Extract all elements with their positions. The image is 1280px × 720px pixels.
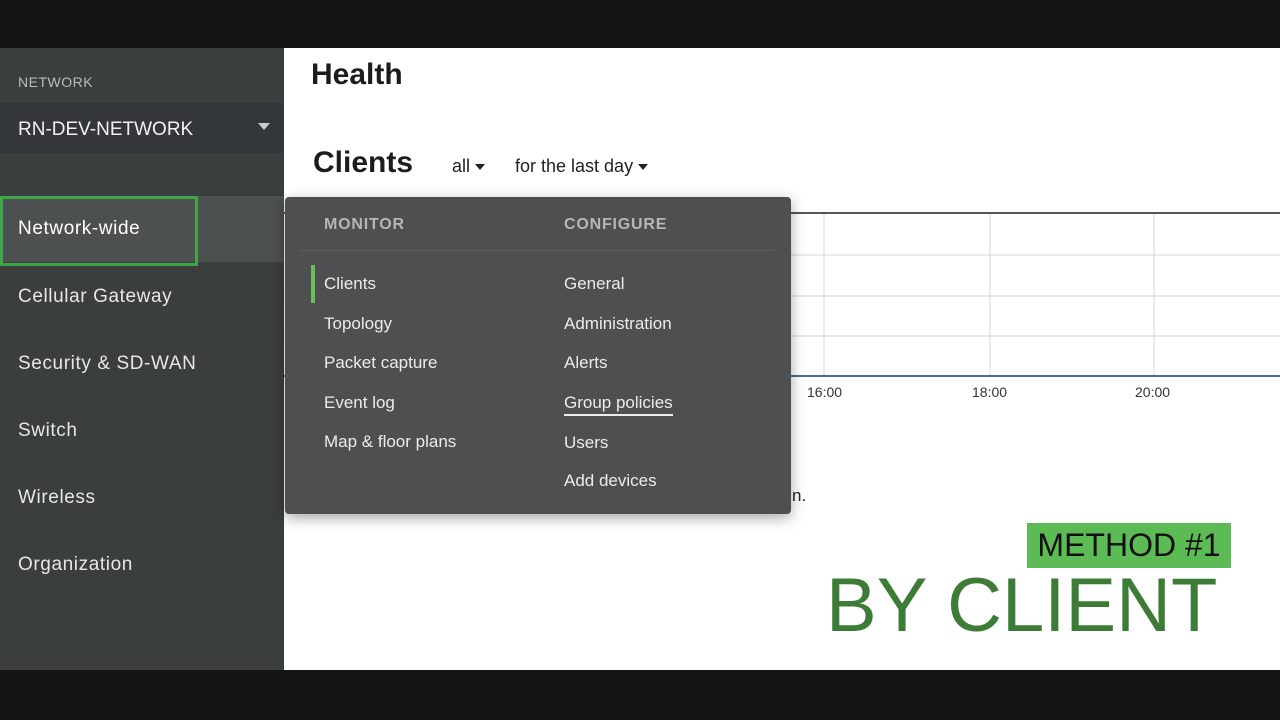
menu-item-map-floor-plans[interactable]: Map & floor plans: [324, 432, 456, 452]
chevron-down-icon: [258, 123, 270, 130]
menu-item-packet-capture[interactable]: Packet capture: [324, 353, 437, 373]
menu-item-group-policies[interactable]: Group policies: [564, 393, 673, 416]
sidebar-item-label: Security & SD-WAN: [18, 353, 197, 374]
x-tick-label: 18:00: [972, 384, 1008, 400]
network-label: NETWORK: [18, 74, 94, 90]
monitor-heading: MONITOR: [324, 216, 405, 233]
menu-item-topology[interactable]: Topology: [324, 314, 392, 334]
menu-divider: [301, 250, 775, 251]
configure-heading: CONFIGURE: [564, 216, 668, 233]
page-title: Health: [311, 58, 403, 91]
method-badge-text: METHOD #1: [1037, 527, 1221, 563]
menu-item-general[interactable]: General: [564, 274, 624, 294]
letterbox-top: [0, 0, 1280, 48]
sidebar-item-label: Organization: [18, 554, 133, 575]
network-selector-value: RN-DEV-NETWORK: [18, 119, 194, 140]
sidebar-item-label: Cellular Gateway: [18, 286, 173, 307]
x-tick-label: 16:00: [807, 384, 843, 400]
partially-hidden-text: n.: [792, 486, 807, 505]
menu-item-alerts[interactable]: Alerts: [564, 353, 607, 373]
caret-down-icon: [475, 164, 486, 171]
menu-item-users[interactable]: Users: [564, 433, 608, 453]
letterbox-bottom: [0, 670, 1280, 720]
caret-down-icon: [638, 164, 649, 171]
sidebar-item-organization[interactable]: Organization: [0, 532, 284, 598]
sidebar-item-label: Switch: [18, 420, 78, 441]
sidebar-item-wireless[interactable]: Wireless: [0, 465, 284, 531]
menu-item-add-devices[interactable]: Add devices: [564, 471, 657, 491]
menu-item-administration[interactable]: Administration: [564, 314, 672, 334]
active-menu-indicator: [311, 265, 315, 303]
client-filter-value: all: [452, 156, 471, 176]
network-wide-flyout-menu: MONITOR CONFIGURE Clients Topology Packe…: [285, 197, 791, 514]
sidebar-item-security-sd-wan[interactable]: Security & SD-WAN: [0, 331, 284, 397]
sidebar-item-switch[interactable]: Switch: [0, 398, 284, 464]
menu-item-event-log[interactable]: Event log: [324, 393, 395, 413]
client-filter-dropdown[interactable]: all: [452, 156, 486, 177]
section-title: Clients: [313, 146, 414, 179]
sidebar-item-cellular-gateway[interactable]: Cellular Gateway: [0, 264, 284, 330]
sidebar: NETWORK RN-DEV-NETWORK Network-wide Cell…: [0, 48, 284, 670]
menu-item-clients[interactable]: Clients: [324, 274, 376, 294]
sidebar-item-label: Network-wide: [18, 218, 141, 239]
sidebar-item-network-wide[interactable]: Network-wide: [0, 196, 284, 266]
sidebar-item-label: Wireless: [18, 487, 96, 508]
overlay-title: BY CLIENT: [826, 563, 1218, 648]
time-range-dropdown[interactable]: for the last day: [515, 156, 649, 177]
x-tick-label: 20:00: [1135, 384, 1171, 400]
time-range-value: for the last day: [515, 156, 634, 176]
network-selector[interactable]: RN-DEV-NETWORK: [0, 103, 284, 153]
